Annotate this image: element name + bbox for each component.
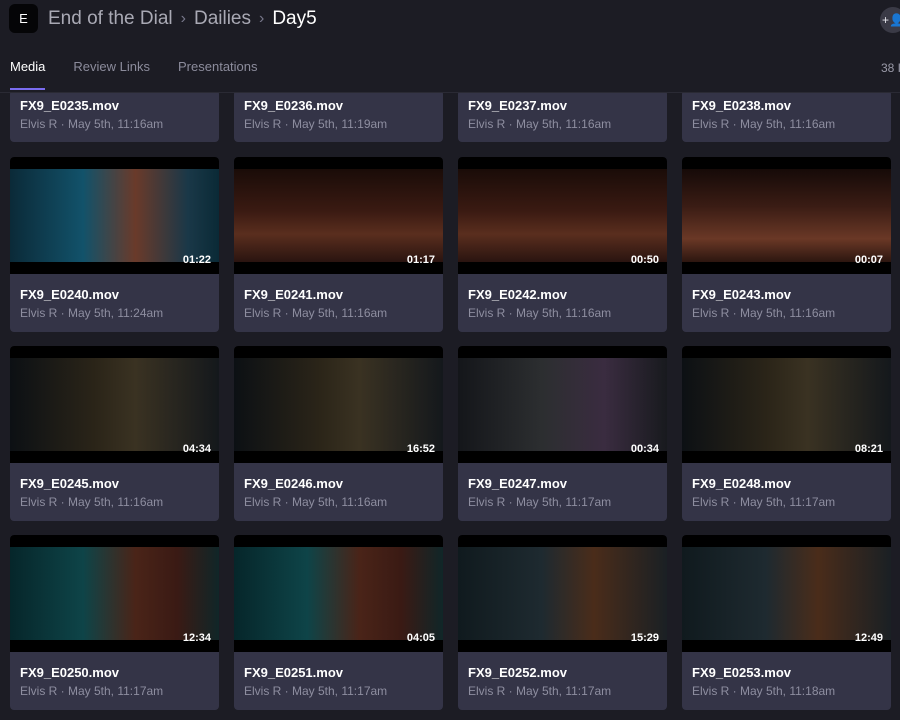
thumbnail-image <box>682 547 891 640</box>
duration-badge: 01:17 <box>406 254 435 266</box>
chevron-right-icon: › <box>259 10 265 27</box>
media-card[interactable]: 12:34 FX9_E0250.mov Elvis R · May 5th, 11:… <box>10 535 219 710</box>
file-meta: Elvis R · May 5th, 11:17am <box>692 495 836 509</box>
media-card[interactable]: 00:34 FX9_E0247.mov Elvis R · May 5th, 11:… <box>458 346 667 521</box>
video-thumbnail[interactable]: 12:34 <box>10 535 219 652</box>
workspace-logo[interactable]: E <box>9 4 38 33</box>
breadcrumb-project[interactable]: End of the Dial <box>48 8 173 30</box>
thumbnail-image <box>234 547 443 640</box>
file-meta: Elvis R · May 5th, 11:16am <box>468 306 612 320</box>
file-name: FX9_E0253.mov <box>692 665 792 680</box>
file-meta: Elvis R · May 5th, 11:17am <box>468 684 612 698</box>
file-name: FX9_E0252.mov <box>468 665 568 680</box>
duration-badge: 12:34 <box>182 632 211 644</box>
tab-media[interactable]: Media <box>10 59 46 90</box>
file-meta: Elvis R · May 5th, 11:16am <box>244 495 388 509</box>
media-card[interactable]: 01:22 FX9_E0240.mov Elvis R · May 5th, 11:… <box>10 157 219 332</box>
thumbnail-image <box>10 169 219 262</box>
file-meta: Elvis R · May 5th, 11:19am <box>244 117 388 131</box>
media-card[interactable]: 00:50 FX9_E0242.mov Elvis R · May 5th, 11:… <box>458 157 667 332</box>
media-card[interactable]: FX9_E0236.mov Elvis R · May 5th, 11:19am <box>234 90 443 142</box>
file-name: FX9_E0247.mov <box>468 476 568 491</box>
file-meta: Elvis R · May 5th, 11:24am <box>20 306 164 320</box>
thumbnail-image <box>458 358 667 451</box>
duration-badge: 08:21 <box>854 443 883 455</box>
breadcrumb-current: Day5 <box>272 8 317 29</box>
video-thumbnail[interactable]: 04:05 <box>234 535 443 652</box>
file-meta: Elvis R · May 5th, 11:16am <box>244 306 388 320</box>
file-meta: Elvis R · May 5th, 11:16am <box>20 117 164 131</box>
media-card[interactable]: 12:49 FX9_E0253.mov Elvis R · May 5th, 11:… <box>682 535 891 710</box>
file-meta: Elvis R · May 5th, 11:17am <box>468 495 612 509</box>
file-name: FX9_E0235.mov <box>20 98 120 113</box>
video-thumbnail[interactable]: 00:34 <box>458 346 667 463</box>
duration-badge: 04:05 <box>406 632 435 644</box>
media-card[interactable]: 16:52 FX9_E0246.mov Elvis R · May 5th, 11:… <box>234 346 443 521</box>
breadcrumb-folder[interactable]: Dailies <box>194 8 251 30</box>
video-thumbnail[interactable]: 01:22 <box>10 157 219 274</box>
item-count: 38 I <box>881 61 900 75</box>
video-thumbnail[interactable]: 12:49 <box>682 535 891 652</box>
file-name: FX9_E0251.mov <box>244 665 344 680</box>
media-card[interactable]: FX9_E0238.mov Elvis R · May 5th, 11:16am <box>682 90 891 142</box>
duration-badge: 16:52 <box>406 443 435 455</box>
file-name: FX9_E0250.mov <box>20 665 120 680</box>
duration-badge: 15:29 <box>630 632 659 644</box>
thumbnail-image <box>682 358 891 451</box>
video-thumbnail[interactable]: 15:29 <box>458 535 667 652</box>
add-user-icon[interactable]: +👤 <box>880 7 900 33</box>
video-thumbnail[interactable]: 00:07 <box>682 157 891 274</box>
duration-badge: 04:34 <box>182 443 211 455</box>
thumbnail-image <box>458 547 667 640</box>
video-thumbnail[interactable]: 04:34 <box>10 346 219 463</box>
file-name: FX9_E0237.mov <box>468 98 568 113</box>
video-thumbnail[interactable]: 08:21 <box>682 346 891 463</box>
file-name: FX9_E0236.mov <box>244 98 344 113</box>
file-name: FX9_E0238.mov <box>692 98 792 113</box>
file-name: FX9_E0242.mov <box>468 287 568 302</box>
media-card[interactable]: 08:21 FX9_E0248.mov Elvis R · May 5th, 11:… <box>682 346 891 521</box>
file-meta: Elvis R · May 5th, 11:17am <box>20 684 164 698</box>
duration-badge: 12:49 <box>854 632 883 644</box>
file-meta: Elvis R · May 5th, 11:18am <box>692 684 836 698</box>
media-card[interactable]: 01:17 FX9_E0241.mov Elvis R · May 5th, 11:… <box>234 157 443 332</box>
thumbnail-image <box>458 169 667 262</box>
tab-presentations[interactable]: Presentations <box>178 59 258 90</box>
video-thumbnail[interactable]: 00:50 <box>458 157 667 274</box>
media-card[interactable]: 15:29 FX9_E0252.mov Elvis R · May 5th, 11:… <box>458 535 667 710</box>
video-thumbnail[interactable]: 16:52 <box>234 346 443 463</box>
chevron-right-icon: › <box>180 10 186 27</box>
breadcrumb: End of the Dial › Dailies › Day5 <box>48 6 317 32</box>
media-card[interactable]: FX9_E0235.mov Elvis R · May 5th, 11:16am <box>10 90 219 142</box>
duration-badge: 00:50 <box>630 254 659 266</box>
thumbnail-image <box>10 358 219 451</box>
file-meta: Elvis R · May 5th, 11:16am <box>468 117 612 131</box>
file-name: FX9_E0243.mov <box>692 287 792 302</box>
file-name: FX9_E0240.mov <box>20 287 120 302</box>
file-name: FX9_E0245.mov <box>20 476 120 491</box>
thumbnail-image <box>10 547 219 640</box>
file-name: FX9_E0241.mov <box>244 287 344 302</box>
file-meta: Elvis R · May 5th, 11:16am <box>20 495 164 509</box>
media-card[interactable]: 04:05 FX9_E0251.mov Elvis R · May 5th, 11:… <box>234 535 443 710</box>
file-meta: Elvis R · May 5th, 11:17am <box>244 684 388 698</box>
media-card[interactable]: FX9_E0237.mov Elvis R · May 5th, 11:16am <box>458 90 667 142</box>
thumbnail-image <box>682 169 891 262</box>
tab-review-links[interactable]: Review Links <box>73 59 150 90</box>
file-name: FX9_E0246.mov <box>244 476 344 491</box>
top-bar: E End of the Dial › Dailies › Day5 +👤 Me… <box>0 0 900 93</box>
thumbnail-image <box>234 169 443 262</box>
media-card[interactable]: 04:34 FX9_E0245.mov Elvis R · May 5th, 11:… <box>10 346 219 521</box>
media-card[interactable]: 00:07 FX9_E0243.mov Elvis R · May 5th, 11:… <box>682 157 891 332</box>
file-meta: Elvis R · May 5th, 11:16am <box>692 117 836 131</box>
divider <box>0 92 900 93</box>
duration-badge: 00:07 <box>854 254 883 266</box>
file-meta: Elvis R · May 5th, 11:16am <box>692 306 836 320</box>
file-name: FX9_E0248.mov <box>692 476 792 491</box>
tab-bar: Media Review Links Presentations <box>10 59 286 90</box>
duration-badge: 01:22 <box>182 254 211 266</box>
thumbnail-image <box>234 358 443 451</box>
duration-badge: 00:34 <box>630 443 659 455</box>
video-thumbnail[interactable]: 01:17 <box>234 157 443 274</box>
